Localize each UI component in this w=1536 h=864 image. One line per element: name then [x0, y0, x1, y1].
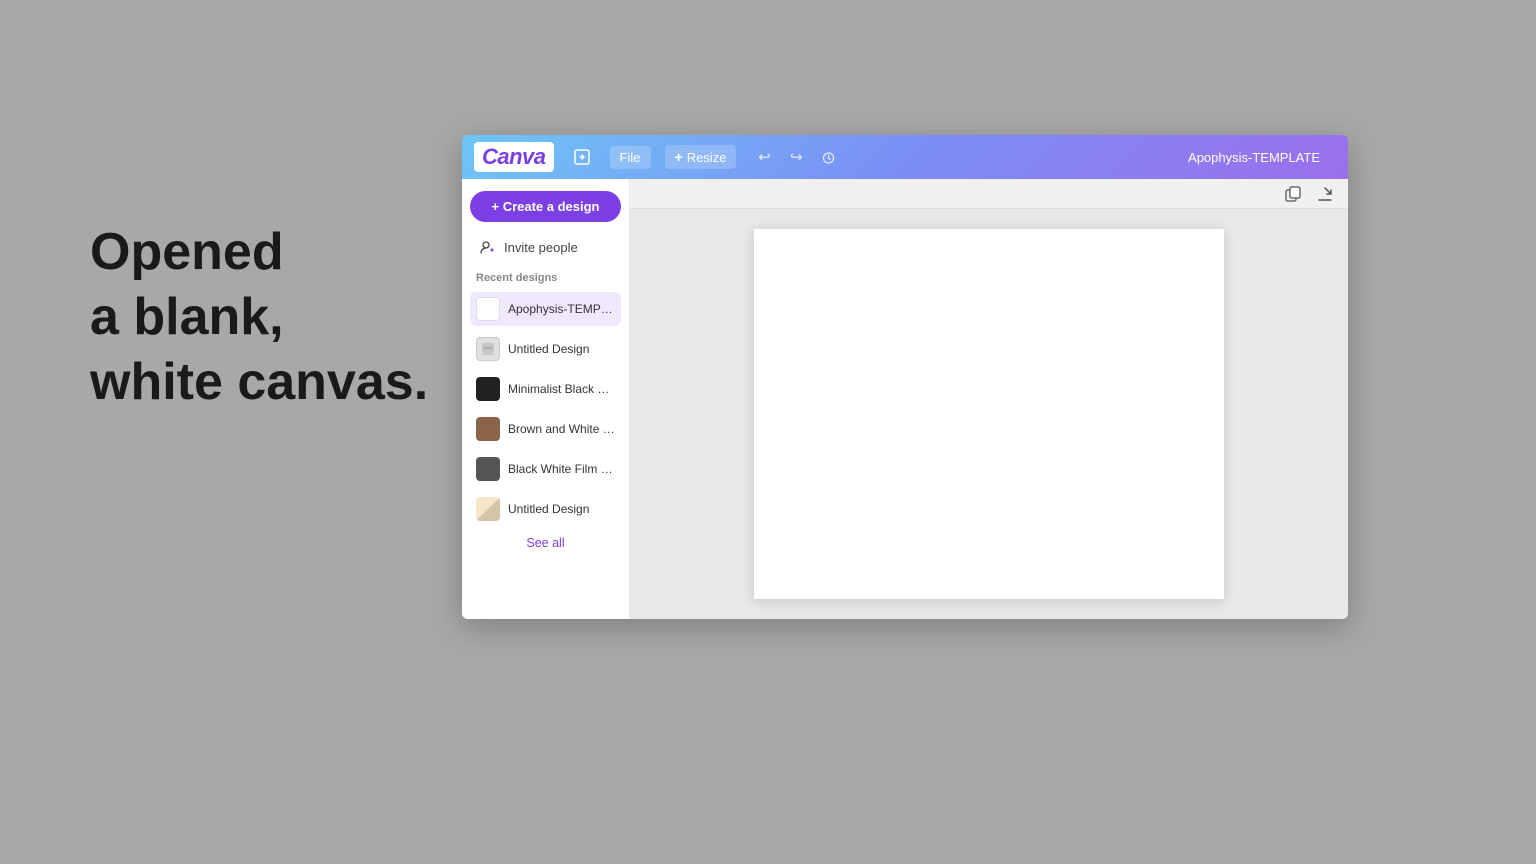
recent-item-name-apophysis: Apophysis-TEMPLATE [508, 302, 615, 316]
invite-people-label: Invite people [504, 240, 578, 255]
recent-item-thumb-untitled1 [476, 337, 500, 361]
file-button[interactable]: File [610, 146, 651, 169]
recent-item-thumb-untitled2 [476, 497, 500, 521]
invite-people-button[interactable]: Invite people [470, 232, 621, 262]
recent-item-name-minimalist: Minimalist Black Whit... [508, 382, 615, 396]
recent-item-untitled1[interactable]: Untitled Design [470, 332, 621, 366]
copy-icon[interactable] [1280, 181, 1306, 207]
recent-item-name-brown: Brown and White Pho... [508, 422, 615, 436]
recent-item-name-untitled1: Untitled Design [508, 342, 589, 356]
timer-icon [814, 143, 842, 171]
recent-designs-label: Recent designs [470, 268, 621, 286]
file-label: File [620, 150, 641, 165]
recent-item-name-untitled2: Untitled Design [508, 502, 589, 516]
main-content: + Create a design Invite people Recent d… [462, 179, 1348, 619]
top-bar: Canva File + Resize ↩ ↪ [462, 135, 1348, 179]
undo-icon[interactable]: ↩ [750, 143, 778, 171]
top-bar-left: Canva File + Resize ↩ ↪ [474, 142, 842, 172]
create-design-label: + Create a design [491, 199, 599, 214]
recent-item-thumb-film [476, 457, 500, 481]
canva-window: Canva File + Resize ↩ ↪ [462, 135, 1348, 619]
resize-label: Resize [687, 150, 727, 165]
recent-item-thumb-brown [476, 417, 500, 441]
recent-item-untitled2[interactable]: Untitled Design [470, 492, 621, 526]
recent-item-film[interactable]: Black White Film Fram... [470, 452, 621, 486]
export-icon[interactable] [1312, 181, 1338, 207]
resize-plus-icon: + [675, 149, 683, 165]
share-icon[interactable] [568, 143, 596, 171]
recent-item-minimalist[interactable]: Minimalist Black Whit... [470, 372, 621, 406]
resize-button[interactable]: + Resize [665, 145, 737, 169]
undo-redo-group: ↩ ↪ [750, 143, 842, 171]
recent-item-thumb-minimalist [476, 377, 500, 401]
see-all-link[interactable]: See all [470, 532, 621, 554]
redo-icon[interactable]: ↪ [782, 143, 810, 171]
white-canvas [754, 229, 1224, 599]
create-design-button[interactable]: + Create a design [470, 191, 621, 222]
recent-item-thumb-apophysis [476, 297, 500, 321]
canvas-workspace [630, 209, 1348, 619]
recent-item-brown[interactable]: Brown and White Pho... [470, 412, 621, 446]
canvas-area [630, 179, 1348, 619]
recent-item-apophysis[interactable]: Apophysis-TEMPLATE [470, 292, 621, 326]
recent-item-name-film: Black White Film Fram... [508, 462, 615, 476]
sidebar: + Create a design Invite people Recent d… [462, 179, 630, 619]
design-title: Apophysis-TEMPLATE [1188, 150, 1320, 165]
canva-logo: Canva [474, 142, 554, 172]
canvas-toolbar [630, 179, 1348, 209]
annotation-text: Opened a blank, white canvas. [90, 220, 428, 415]
